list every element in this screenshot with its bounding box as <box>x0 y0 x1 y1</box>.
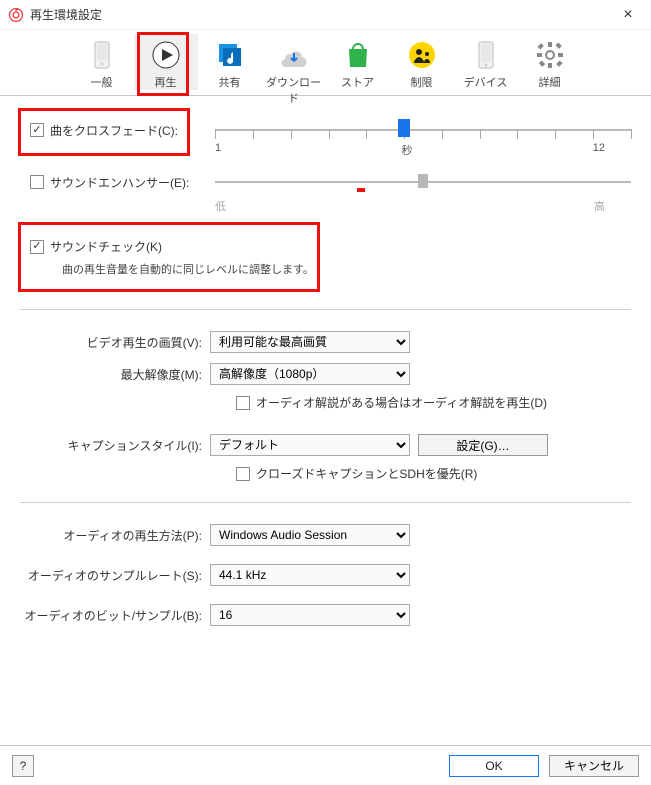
gear-icon <box>518 36 582 74</box>
separator-2 <box>20 502 631 503</box>
enhancer-checkbox[interactable] <box>30 175 44 189</box>
crossfade-max: 12 <box>593 142 605 158</box>
content-area: 曲をクロスフェード(C): 1 秒 12 <box>0 96 651 631</box>
cancel-button[interactable]: キャンセル <box>549 755 639 777</box>
music-files-icon <box>198 36 262 74</box>
play-icon <box>134 36 198 74</box>
highlight-box-soundcheck <box>18 222 320 292</box>
crossfade-label: 曲をクロスフェード(C): <box>50 122 178 139</box>
soundcheck-label: サウンドチェック(K) <box>50 238 162 255</box>
preferences-window: 再生環境設定 × 一般 再生 共有 ダウンロード <box>0 0 651 785</box>
enhancer-row: サウンドエンハンサー(E): <box>20 166 631 198</box>
bag-icon <box>326 36 390 74</box>
footer: ? OK キャンセル <box>0 745 651 785</box>
window-title: 再生環境設定 <box>30 6 613 23</box>
caption-style-row: キャプションスタイル(I): デフォルト 設定(G)… <box>20 429 631 461</box>
ok-button[interactable]: OK <box>449 755 539 777</box>
audio-method-row: オーディオの再生方法(P): Windows Audio Session <box>20 519 631 551</box>
cloud-download-icon <box>262 36 326 74</box>
enhancer-low: 低 <box>215 198 226 214</box>
enhancer-slider[interactable] <box>215 170 631 194</box>
crossfade-slider[interactable] <box>215 118 631 142</box>
tab-playback[interactable]: 再生 <box>134 34 198 90</box>
audio-desc-checkbox[interactable] <box>236 396 250 410</box>
sample-rate-select[interactable]: 44.1 kHz <box>210 564 410 586</box>
enhancer-high: 高 <box>594 198 605 214</box>
help-button[interactable]: ? <box>12 755 34 777</box>
audio-method-select[interactable]: Windows Audio Session <box>210 524 410 546</box>
tab-devices[interactable]: デバイス <box>454 34 518 90</box>
caption-settings-button[interactable]: 設定(G)… <box>418 434 548 456</box>
bits-select[interactable]: 16 <box>210 604 410 626</box>
max-res-label: 最大解像度(M): <box>20 366 210 383</box>
sample-rate-label: オーディオのサンプルレート(S): <box>20 567 210 584</box>
cc-priority-checkbox[interactable] <box>236 467 250 481</box>
max-res-select[interactable]: 高解像度（1080p） <box>210 363 410 385</box>
crossfade-checkbox[interactable] <box>30 123 44 137</box>
video-quality-select[interactable]: 利用可能な最高画質 <box>210 331 410 353</box>
bits-label: オーディオのビット/サンプル(B): <box>20 607 210 624</box>
cc-priority-label: クローズドキャプションとSDHを優先(R) <box>256 465 477 482</box>
caption-style-label: キャプションスタイル(I): <box>20 437 210 454</box>
close-icon[interactable]: × <box>613 6 643 24</box>
tab-general[interactable]: 一般 <box>70 34 134 90</box>
tab-advanced[interactable]: 詳細 <box>518 34 582 90</box>
restrictions-icon <box>390 36 454 74</box>
crossfade-row: 曲をクロスフェード(C): <box>20 106 631 142</box>
bits-row: オーディオのビット/サンプル(B): 16 <box>20 599 631 631</box>
titlebar: 再生環境設定 × <box>0 0 651 30</box>
enhancer-label: サウンドエンハンサー(E): <box>50 174 189 191</box>
tabs: 一般 再生 共有 ダウンロード ストア <box>0 30 651 96</box>
phone-icon <box>454 36 518 74</box>
tab-restrictions[interactable]: 制限 <box>390 34 454 90</box>
tab-sharing[interactable]: 共有 <box>198 34 262 90</box>
caption-style-select[interactable]: デフォルト <box>210 434 410 456</box>
tab-downloads[interactable]: ダウンロード <box>262 34 326 106</box>
separator-1 <box>20 309 631 310</box>
tab-store[interactable]: ストア <box>326 34 390 90</box>
max-res-row: 最大解像度(M): 高解像度（1080p） <box>20 358 631 390</box>
cc-priority-row: クローズドキャプションとSDHを優先(R) <box>20 461 631 486</box>
video-quality-row: ビデオ再生の画質(V): 利用可能な最高画質 <box>20 326 631 358</box>
sample-rate-row: オーディオのサンプルレート(S): 44.1 kHz <box>20 559 631 591</box>
crossfade-unit: 秒 <box>401 142 412 158</box>
soundcheck-desc: 曲の再生音量を自動的に同じレベルに調整します。 <box>62 261 631 277</box>
audio-method-label: オーディオの再生方法(P): <box>20 527 210 544</box>
crossfade-min: 1 <box>215 142 221 158</box>
device-icon <box>70 36 134 74</box>
app-icon <box>8 7 24 23</box>
audio-desc-row: オーディオ解説がある場合はオーディオ解説を再生(D) <box>20 390 631 415</box>
video-quality-label: ビデオ再生の画質(V): <box>20 334 210 351</box>
soundcheck-checkbox[interactable] <box>30 240 44 254</box>
audio-desc-label: オーディオ解説がある場合はオーディオ解説を再生(D) <box>256 394 547 411</box>
